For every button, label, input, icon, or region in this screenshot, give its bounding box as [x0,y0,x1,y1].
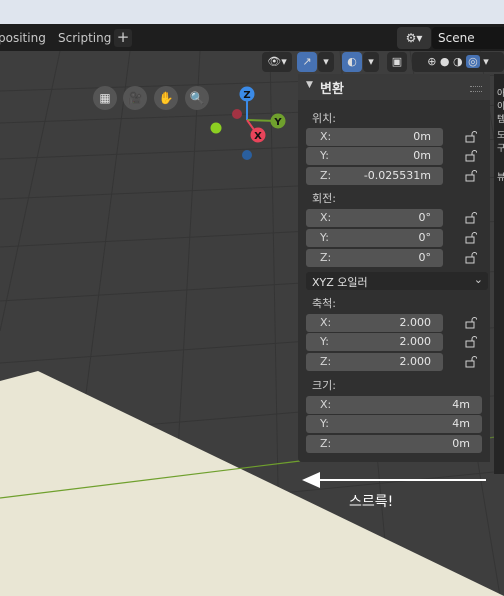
annotation-text: 스르륵! [349,494,394,510]
arrow-left-icon [302,472,320,488]
annotation-overlay [302,472,486,488]
